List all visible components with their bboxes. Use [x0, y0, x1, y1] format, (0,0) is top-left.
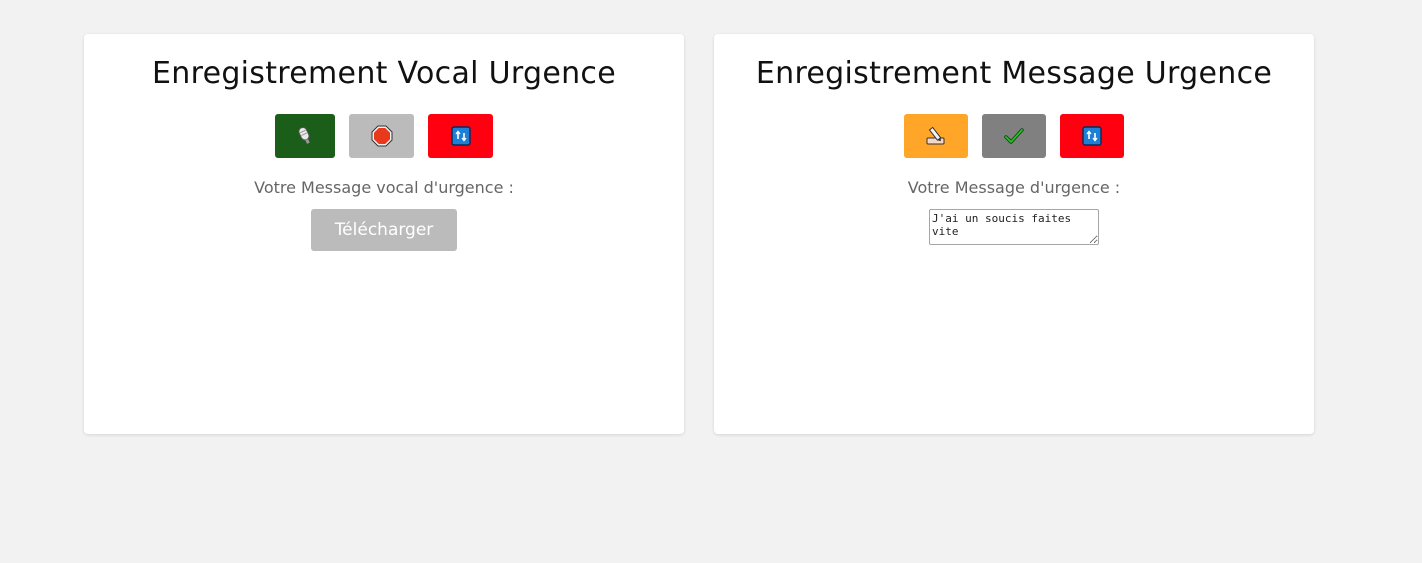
message-button-row — [714, 114, 1314, 158]
message-label: Votre Message d'urgence : — [907, 178, 1121, 197]
stop-icon — [371, 125, 393, 147]
reset-icon — [1082, 126, 1102, 146]
message-recording-card: Enregistrement Message Urgence Votre Mes… — [714, 34, 1314, 434]
validate-message-button[interactable] — [982, 114, 1046, 158]
vocal-recording-card: Enregistrement Vocal Urgence Votre Messa… — [84, 34, 684, 434]
emergency-message-textarea[interactable]: J'ai un soucis faites vite — [929, 209, 1099, 245]
reset-icon — [450, 126, 471, 146]
vocal-message-label: Votre Message vocal d'urgence : — [254, 178, 514, 197]
checkmark-icon — [1004, 128, 1024, 144]
reset-vocal-button[interactable] — [428, 114, 493, 158]
write-message-button[interactable] — [904, 114, 968, 158]
reset-message-button[interactable] — [1060, 114, 1124, 158]
record-button[interactable] — [275, 114, 335, 158]
download-button[interactable]: Télécharger — [311, 209, 457, 251]
stop-button[interactable] — [349, 114, 414, 158]
vocal-card-title: Enregistrement Vocal Urgence — [152, 56, 616, 91]
pencil-write-icon — [925, 126, 947, 146]
message-card-title: Enregistrement Message Urgence — [755, 56, 1273, 91]
vocal-button-row — [84, 114, 684, 158]
microphone-icon — [297, 126, 313, 146]
